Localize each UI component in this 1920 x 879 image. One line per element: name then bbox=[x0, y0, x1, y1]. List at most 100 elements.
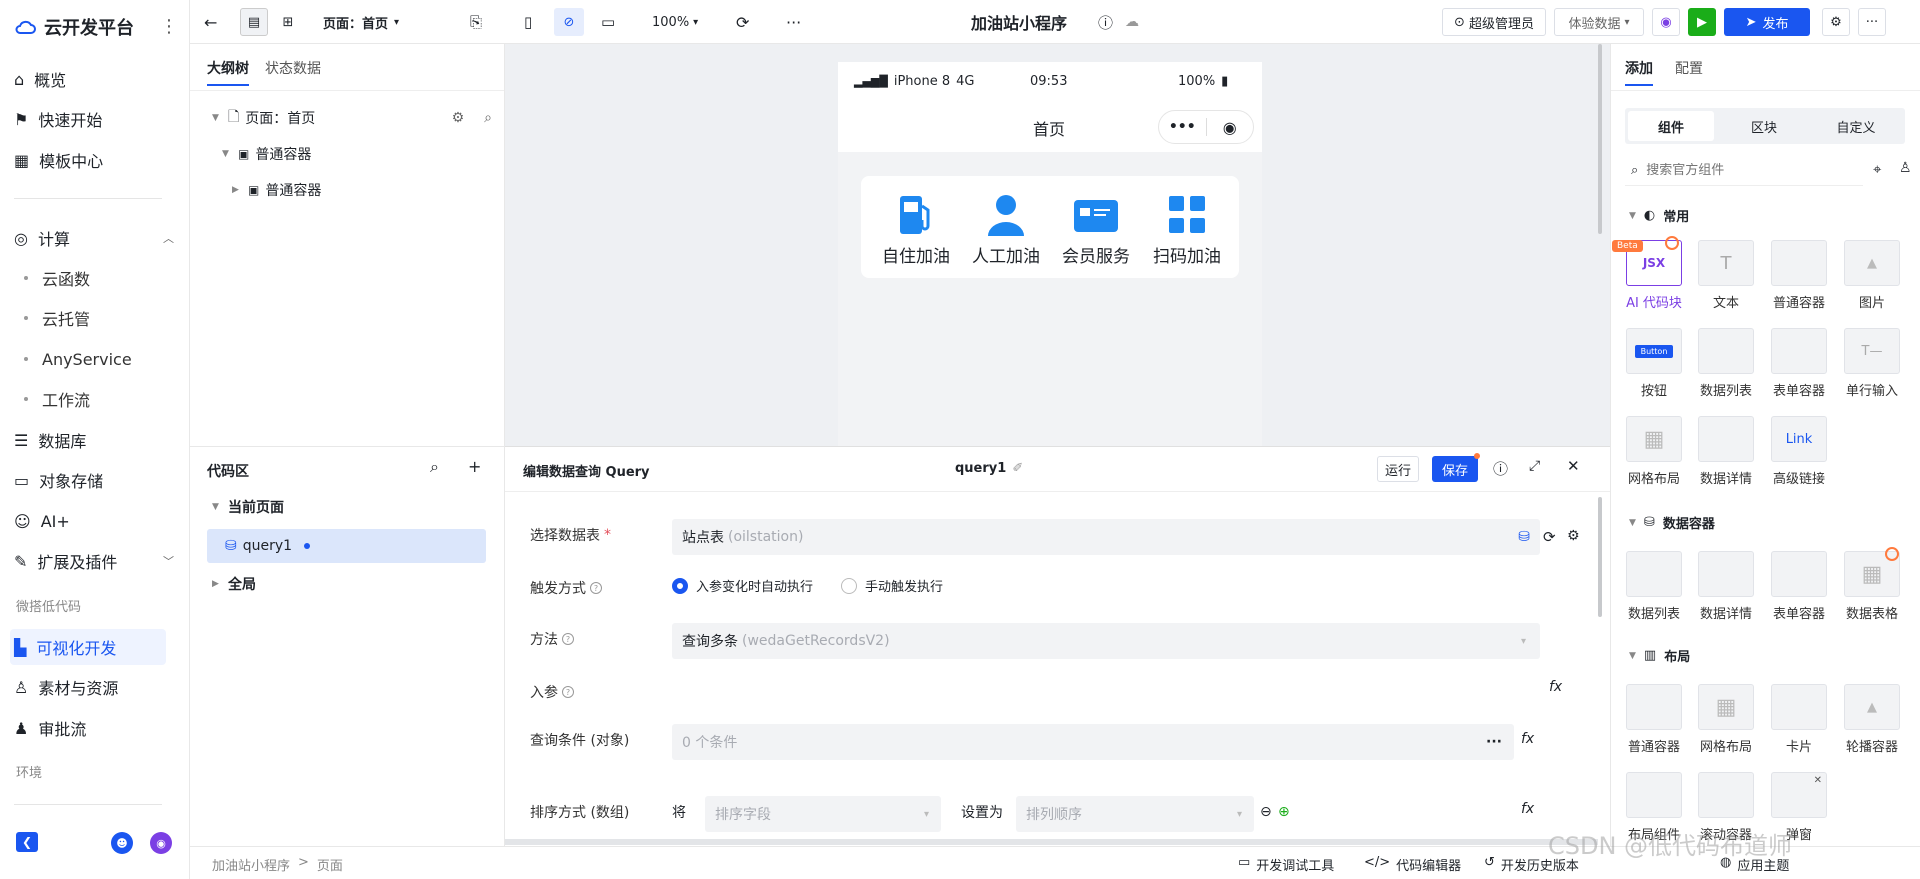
add-page-icon[interactable]: ⎘ bbox=[470, 0, 482, 44]
more-vertical-icon[interactable]: ⋮ bbox=[160, 16, 178, 37]
segment-blocks[interactable]: 区块 bbox=[1721, 111, 1807, 141]
query-item-query1[interactable]: ⛁ query1 bbox=[207, 529, 486, 563]
layout-view-icon[interactable]: ⊞ bbox=[274, 8, 302, 36]
user-avatar-icon[interactable]: ☻ bbox=[111, 832, 133, 854]
segment-custom[interactable]: 自定义 bbox=[1813, 111, 1899, 141]
query-scrollbar[interactable] bbox=[1598, 497, 1602, 617]
tree-node-container-1[interactable]: ▼ ▣ 普通容器 bbox=[222, 142, 311, 166]
component-data-list-2[interactable]: 数据列表 bbox=[1624, 551, 1684, 622]
page-selector[interactable]: 页面：首页 ▾ bbox=[323, 0, 399, 44]
outline-view-icon[interactable]: ▤ bbox=[240, 8, 268, 36]
crosshair-icon[interactable]: ⌖ bbox=[1873, 160, 1881, 178]
service-member[interactable]: 会员服务 bbox=[1051, 194, 1141, 267]
nav-quickstart[interactable]: ⚑ 快速开始 bbox=[14, 101, 174, 137]
component-layout-container[interactable]: 普通容器 bbox=[1624, 684, 1684, 755]
close-icon[interactable]: ✕ bbox=[1567, 457, 1580, 475]
ai-assistant-icon[interactable]: ◉ bbox=[1652, 8, 1680, 36]
sort-order-select[interactable]: 排列顺序 ▾ bbox=[1016, 796, 1254, 832]
method-select[interactable]: 查询多条 (wedaGetRecordsV2) ▾ bbox=[672, 623, 1540, 659]
global-group[interactable]: ▶ 全局 bbox=[212, 572, 256, 596]
more-dots-icon[interactable]: ••• bbox=[1159, 119, 1206, 135]
help-icon[interactable]: ? bbox=[590, 582, 602, 594]
component-image[interactable]: ▲ 图片 bbox=[1842, 240, 1902, 311]
component-search[interactable]: ⌕ bbox=[1625, 156, 1863, 186]
current-page-group[interactable]: ▼ 当前页面 bbox=[212, 495, 284, 519]
settings-gear-icon[interactable]: ⚙ bbox=[1567, 528, 1580, 544]
fx-formula-icon[interactable]: fx bbox=[1521, 731, 1534, 747]
component-container[interactable]: 普通容器 bbox=[1769, 240, 1829, 311]
component-card[interactable]: 卡片 bbox=[1769, 684, 1829, 755]
tab-config[interactable]: 配置 bbox=[1675, 58, 1703, 78]
help-icon[interactable]: ? bbox=[562, 686, 574, 698]
capsule-button[interactable]: ••• ◉ bbox=[1158, 110, 1254, 144]
user-group-icon[interactable]: ♙ bbox=[1899, 160, 1912, 176]
close-target-icon[interactable]: ◉ bbox=[1207, 118, 1254, 137]
run-button[interactable]: 运行 bbox=[1377, 456, 1419, 482]
component-button[interactable]: Button 按钮 bbox=[1624, 328, 1684, 399]
fx-formula-icon[interactable]: fx bbox=[1549, 679, 1562, 695]
nav-workflow[interactable]: 工作流 bbox=[24, 383, 90, 415]
search-icon[interactable]: ⌕ bbox=[430, 457, 439, 477]
group-common[interactable]: ▼ ◐ 常用 bbox=[1629, 206, 1689, 225]
more-dots-icon[interactable]: ··· bbox=[1486, 734, 1502, 750]
nav-plugins[interactable]: ✎ 扩展及插件 ﹀ bbox=[14, 543, 174, 579]
nav-templates[interactable]: ▦ 模板中心 bbox=[14, 142, 174, 178]
more-horizontal-icon[interactable]: ··· bbox=[786, 0, 801, 44]
nav-visual-dev[interactable]: ▙ 可视化开发 bbox=[10, 629, 166, 665]
nav-overview[interactable]: ⌂ 概览 bbox=[14, 61, 174, 97]
preview-play-icon[interactable]: ▶ bbox=[1688, 8, 1716, 36]
add-icon[interactable]: + bbox=[468, 457, 481, 476]
tab-outline-tree[interactable]: 大纲树 bbox=[207, 58, 249, 86]
assistant-bot-icon[interactable]: ◉ bbox=[150, 832, 172, 854]
zoom-selector[interactable]: 100% ▾ bbox=[652, 0, 698, 44]
search-icon[interactable]: ⌕ bbox=[484, 110, 492, 126]
refresh-icon[interactable]: ⟳ bbox=[1543, 528, 1556, 546]
component-grid-layout[interactable]: ▦ 网格布局 bbox=[1624, 416, 1684, 487]
segment-components[interactable]: 组件 bbox=[1628, 111, 1714, 141]
expand-icon[interactable]: ⤢ bbox=[1529, 458, 1540, 474]
desktop-view-icon[interactable]: ▭ bbox=[601, 0, 615, 44]
component-data-detail-2[interactable]: 数据详情 bbox=[1696, 551, 1756, 622]
nav-database[interactable]: ☰ 数据库 bbox=[14, 422, 174, 458]
info-circle-icon[interactable]: ⓘ bbox=[1098, 0, 1113, 44]
canvas-scrollbar[interactable] bbox=[1598, 44, 1602, 234]
breadcrumb-app[interactable]: 加油站小程序 bbox=[212, 855, 290, 874]
save-button[interactable]: 保存 bbox=[1432, 456, 1478, 482]
refresh-icon[interactable]: ⟳ bbox=[736, 0, 749, 44]
remove-circle-icon[interactable]: ⊖ bbox=[1260, 804, 1272, 820]
platform-logo[interactable]: 云开发平台 bbox=[14, 14, 134, 40]
tree-node-page[interactable]: ▼ 🗋 页面：首页 ⚙ ⌕ bbox=[212, 106, 492, 130]
condition-field[interactable]: 0 个条件 ··· bbox=[672, 724, 1514, 760]
debug-tools-button[interactable]: ▭ 开发调试工具 bbox=[1238, 855, 1334, 874]
component-carousel[interactable]: ▲ 轮播容器 bbox=[1842, 684, 1902, 755]
trigger-manual-radio[interactable]: 手动触发执行 bbox=[841, 576, 943, 595]
admin-button[interactable]: ⊙ 超级管理员 bbox=[1442, 8, 1546, 36]
nav-cloud-function[interactable]: 云函数 bbox=[24, 262, 90, 294]
component-data-detail[interactable]: 数据详情 bbox=[1696, 416, 1756, 487]
back-arrow-icon[interactable]: ← bbox=[204, 0, 217, 44]
nav-assets[interactable]: ♙ 素材与资源 bbox=[14, 669, 174, 705]
fx-formula-icon[interactable]: fx bbox=[1521, 801, 1534, 817]
horizontal-scrollbar[interactable] bbox=[505, 839, 1598, 845]
component-search-input[interactable] bbox=[1646, 163, 1837, 178]
service-scan[interactable]: 扫码加油 bbox=[1141, 194, 1233, 267]
sort-field-select[interactable]: 排序字段 ▾ bbox=[705, 796, 941, 832]
component-form-container-2[interactable]: 表单容器 bbox=[1769, 551, 1829, 622]
tree-node-container-2[interactable]: ▶ ▣ 普通容器 bbox=[232, 178, 321, 202]
service-manual-fuel[interactable]: 人工加油 bbox=[961, 194, 1051, 267]
code-editor-button[interactable]: </> 代码编辑器 bbox=[1364, 855, 1461, 874]
group-data-container[interactable]: ▼ ⛁ 数据容器 bbox=[1629, 513, 1715, 532]
nav-storage[interactable]: ▭ 对象存储 bbox=[14, 462, 174, 498]
nav-anyservice[interactable]: AnyService bbox=[24, 343, 132, 375]
add-circle-icon[interactable]: ⊕ bbox=[1278, 804, 1290, 820]
component-layout-grid[interactable]: ▦ 网格布局 bbox=[1696, 684, 1756, 755]
service-self-fuel[interactable]: 自住加油 bbox=[871, 194, 961, 267]
publish-button[interactable]: ➤ 发布 bbox=[1724, 8, 1810, 36]
trigger-auto-radio[interactable]: 入参变化时自动执行 bbox=[672, 576, 813, 595]
collapse-nav-button[interactable]: ❮ bbox=[16, 832, 38, 852]
tab-state-data[interactable]: 状态数据 bbox=[265, 58, 321, 78]
tab-add[interactable]: 添加 bbox=[1625, 58, 1653, 86]
component-data-table[interactable]: ▦ 数据表格 bbox=[1842, 551, 1902, 622]
group-layout[interactable]: ▼ ▥ 布局 bbox=[1629, 646, 1690, 665]
settings-gear-icon[interactable]: ⚙ bbox=[1822, 8, 1850, 36]
